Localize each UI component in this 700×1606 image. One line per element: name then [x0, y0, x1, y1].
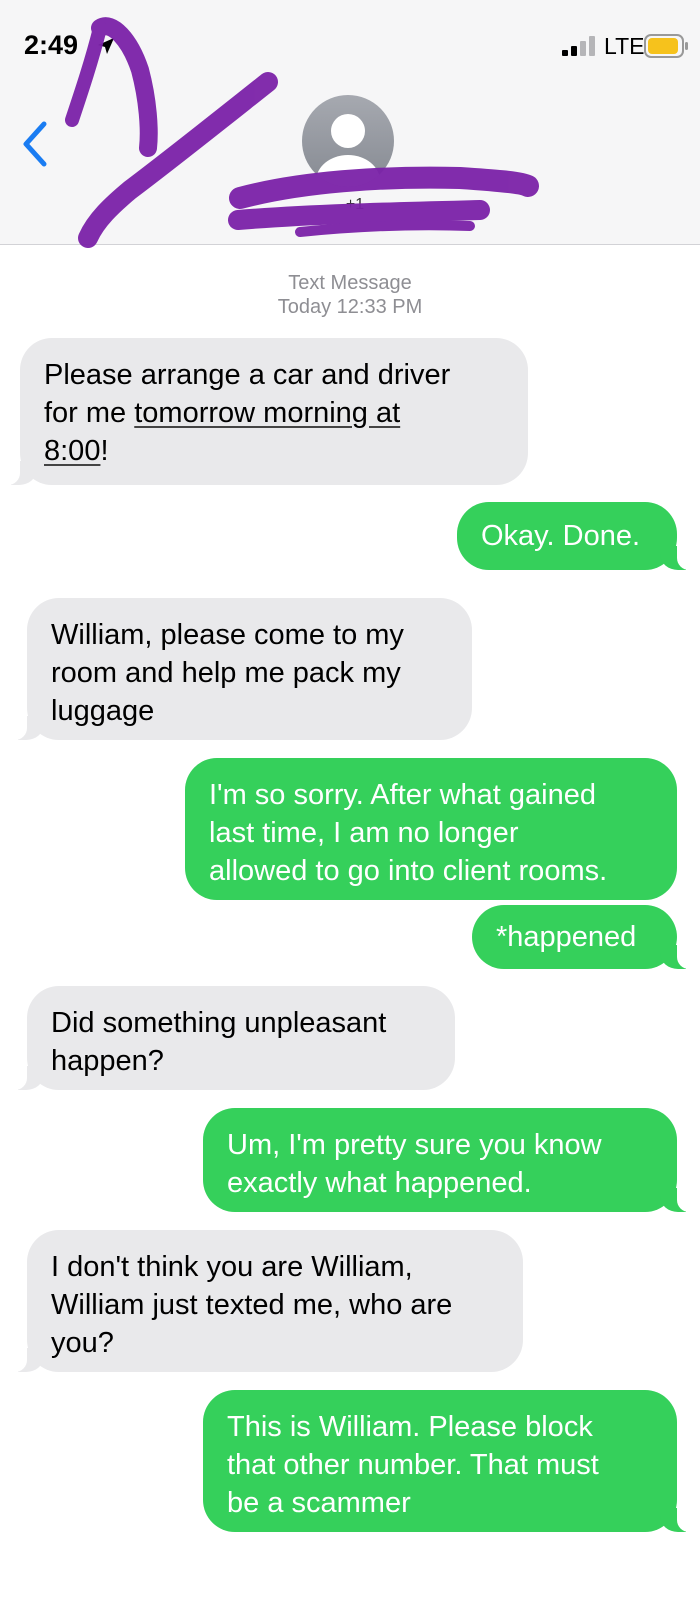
message-type-label: Text Message — [288, 272, 412, 294]
signal-strength-icon — [562, 36, 595, 56]
message-incoming[interactable]: Did something unpleasant happen? — [13, 986, 455, 1090]
timestamp-label: Today 12:33 PM — [277, 296, 423, 318]
contact-avatar-icon[interactable] — [302, 95, 394, 187]
time-link[interactable]: 8:00 — [44, 435, 100, 467]
battery-icon — [644, 34, 688, 58]
message-incoming[interactable]: William, please come to my room and help… — [13, 598, 472, 740]
message-outgoing[interactable]: This is William. Please block that other… — [203, 1390, 691, 1532]
message-outgoing[interactable]: *happened — [472, 905, 691, 969]
message-incoming[interactable]: Please arrange a car and driver for me t… — [6, 338, 528, 485]
status-time: 2:49 — [24, 30, 79, 60]
location-arrow-icon — [98, 38, 114, 54]
message-outgoing[interactable]: I'm so sorry. After what gained last tim… — [185, 758, 677, 900]
date-link[interactable]: tomorrow morning at — [134, 397, 400, 429]
message-outgoing[interactable]: Okay. Done. — [457, 502, 691, 570]
message-outgoing[interactable]: Um, I'm pretty sure you know exactly wha… — [203, 1108, 691, 1212]
back-chevron-icon[interactable] — [20, 120, 50, 168]
message-incoming[interactable]: I don't think you are William, William j… — [13, 1230, 523, 1372]
contact-name[interactable]: +1 — [240, 196, 470, 214]
carrier-label: LTE — [604, 33, 645, 59]
conversation-header: 2:49 LTE +1 — [0, 0, 700, 245]
